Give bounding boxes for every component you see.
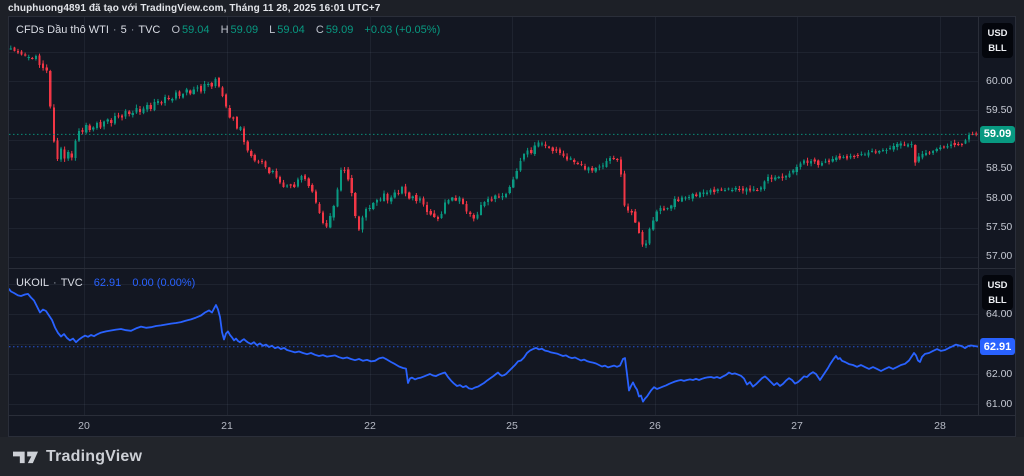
price-axis-label: 58.00 xyxy=(986,192,1012,205)
tradingview-brand-text: TradingView xyxy=(46,448,142,466)
ohlc-high-value: 59.09 xyxy=(231,24,259,36)
price-axis-label: 61.00 xyxy=(986,398,1012,411)
gridline-vertical xyxy=(655,17,656,415)
price-axis-label: 58.50 xyxy=(986,162,1012,175)
tradingview-snapshot: chuphuong4891 đã tạo với TradingView.com… xyxy=(0,0,1024,476)
ukoil-last-value: 62.91 xyxy=(94,277,122,289)
gridline-vertical xyxy=(370,17,371,415)
ohlc-close-value: 59.09 xyxy=(326,24,354,36)
price-axis-label: 57.50 xyxy=(986,221,1012,234)
gridline-vertical xyxy=(940,17,941,415)
separator-dot: · xyxy=(53,277,57,289)
ukoil-change: 0.00 (0.00%) xyxy=(132,277,195,289)
attribution-bar: chuphuong4891 đã tạo với TradingView.com… xyxy=(0,0,1024,16)
unit-currency: USD xyxy=(987,280,1007,291)
wti-candlestick-series xyxy=(9,17,978,269)
time-axis[interactable]: 20 21 22 25 26 27 28 xyxy=(9,415,1015,437)
wti-legend[interactable]: CFDs Dầu thô WTI·5·TVC O59.04 H59.09 L59… xyxy=(16,24,440,36)
wti-interval: 5 xyxy=(121,24,127,36)
gridline-horizontal xyxy=(9,228,978,229)
ohlc-low-label: L xyxy=(269,24,275,36)
gridline-horizontal xyxy=(9,314,978,315)
gridline-vertical xyxy=(512,17,513,415)
gridline-horizontal xyxy=(9,110,978,111)
ukoil-exchange: TVC xyxy=(61,277,83,289)
gridline-horizontal xyxy=(9,140,978,141)
unit-badge: USD BLL xyxy=(982,275,1013,310)
price-axis-label: 60.00 xyxy=(986,75,1012,88)
gridline-horizontal xyxy=(9,404,978,405)
plot-area[interactable]: CFDs Dầu thô WTI·5·TVC O59.04 H59.09 L59… xyxy=(9,17,978,415)
ohlc-open-label: O xyxy=(171,24,180,36)
unit-currency: USD xyxy=(987,28,1007,39)
price-axis-label: 57.00 xyxy=(986,250,1012,263)
separator-dot: · xyxy=(131,24,135,36)
footer-bar: TradingView xyxy=(0,437,1024,476)
last-price-badge-wti: 59.09 xyxy=(980,126,1015,143)
gridline-horizontal xyxy=(9,81,978,82)
ohlc-high-label: H xyxy=(221,24,229,36)
wti-symbol-title[interactable]: CFDs Dầu thô WTI xyxy=(16,24,109,36)
chart-frame: CFDs Dầu thô WTI·5·TVC O59.04 H59.09 L59… xyxy=(8,16,1016,437)
wti-exchange: TVC xyxy=(138,24,160,36)
tradingview-logo-link[interactable]: TradingView xyxy=(13,448,142,466)
ohlc-close-label: C xyxy=(316,24,324,36)
attribution-text: chuphuong4891 đã tạo với TradingView.com… xyxy=(8,3,380,14)
price-axis-label: 62.00 xyxy=(986,368,1012,381)
pane-divider[interactable] xyxy=(9,268,1015,269)
gridline-horizontal xyxy=(9,169,978,170)
wti-change: +0.03 (+0.05%) xyxy=(364,24,440,36)
ohlc-open-value: 59.04 xyxy=(182,24,210,36)
last-price-badge-ukoil: 62.91 xyxy=(980,338,1015,355)
tradingview-logo-icon xyxy=(13,449,38,465)
gridline-horizontal xyxy=(9,198,978,199)
ohlc-low-value: 59.04 xyxy=(277,24,305,36)
unit-badge: USD BLL xyxy=(982,23,1013,58)
gridline-vertical xyxy=(797,17,798,415)
ukoil-symbol-title[interactable]: UKOIL xyxy=(16,277,49,289)
gridline-horizontal xyxy=(9,374,978,375)
time-axis-label: 22 xyxy=(364,420,376,432)
unit-measure: BLL xyxy=(988,295,1006,306)
time-axis-label: 26 xyxy=(649,420,661,432)
gridline-vertical xyxy=(84,17,85,415)
unit-measure: BLL xyxy=(988,43,1006,54)
separator-dot: · xyxy=(113,24,117,36)
time-axis-label: 28 xyxy=(934,420,946,432)
gridline-horizontal xyxy=(9,344,978,345)
price-scale[interactable]: 60.0059.5059.0058.5058.0057.5057.00USDBL… xyxy=(978,17,1016,415)
ukoil-line-series xyxy=(9,269,978,415)
gridline-vertical xyxy=(227,17,228,415)
time-axis-label: 21 xyxy=(221,420,233,432)
time-axis-label: 27 xyxy=(791,420,803,432)
gridline-horizontal xyxy=(9,257,978,258)
time-axis-label: 20 xyxy=(78,420,90,432)
time-axis-label: 25 xyxy=(506,420,518,432)
price-axis-label: 59.50 xyxy=(986,104,1012,117)
gridline-horizontal xyxy=(9,52,978,53)
ukoil-legend[interactable]: UKOIL · TVC 62.91 0.00 (0.00%) xyxy=(16,277,195,289)
